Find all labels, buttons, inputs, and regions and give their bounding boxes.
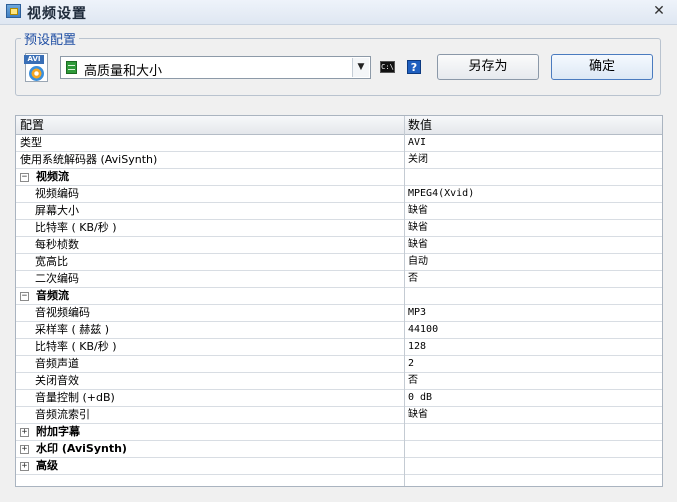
window-title: 视频设置	[27, 6, 87, 22]
property-value[interactable]: 关闭	[408, 152, 428, 168]
collapse-icon[interactable]: −	[20, 173, 29, 182]
category-row[interactable]: − 视频流	[16, 169, 662, 186]
expand-icon[interactable]: +	[20, 462, 29, 471]
app-icon	[6, 4, 21, 18]
property-value[interactable]: 0 dB	[408, 390, 432, 406]
category-label: 附加字幕	[36, 425, 80, 438]
property-row[interactable]: 视频编码 MPEG4(Xvid)	[16, 186, 662, 203]
property-row[interactable]: 宽高比 自动	[16, 254, 662, 271]
property-name: 二次编码	[35, 272, 79, 285]
ok-button[interactable]: 确定	[551, 54, 653, 80]
column-header-value[interactable]: 数值	[404, 116, 432, 134]
chevron-down-icon[interactable]: ▼	[352, 58, 369, 77]
property-value[interactable]: 自动	[408, 254, 428, 270]
property-value[interactable]: 否	[408, 373, 418, 389]
property-value[interactable]: 否	[408, 271, 418, 287]
property-grid-header: 配置 数值	[16, 116, 662, 135]
avi-file-icon: AVI	[24, 53, 50, 83]
property-row[interactable]: 音频流索引 缺省	[16, 407, 662, 424]
preset-dropdown[interactable]: 高质量和大小 ▼	[60, 56, 371, 79]
property-name: 音频声道	[35, 357, 79, 370]
property-name: 屏幕大小	[35, 204, 79, 217]
preset-dropdown-value: 高质量和大小	[84, 64, 163, 79]
property-name: 视频编码	[35, 187, 79, 200]
category-row[interactable]: + 高级	[16, 458, 662, 475]
title-bar: 视频设置 ✕	[0, 0, 677, 25]
property-value[interactable]: 缺省	[408, 203, 428, 219]
category-label: 音频流	[36, 289, 69, 302]
help-icon[interactable]: ?	[407, 60, 421, 74]
property-value[interactable]: MP3	[408, 305, 426, 321]
property-row[interactable]: 每秒桢数 缺省	[16, 237, 662, 254]
property-value[interactable]: 缺省	[408, 237, 428, 253]
property-name: 宽高比	[35, 255, 68, 268]
property-row[interactable]: 比特率 ( KB/秒 ) 缺省	[16, 220, 662, 237]
property-row[interactable]: 音频声道 2	[16, 356, 662, 373]
category-row[interactable]: + 附加字幕	[16, 424, 662, 441]
property-row[interactable]: 比特率 ( KB/秒 ) 128	[16, 339, 662, 356]
property-name: 音频流索引	[35, 408, 90, 421]
property-name: 关闭音效	[35, 374, 79, 387]
property-value[interactable]: MPEG4(Xvid)	[408, 186, 474, 202]
property-row[interactable]: 采样率 ( 赫兹 ) 44100	[16, 322, 662, 339]
property-row[interactable]: 类型 AVI	[16, 135, 662, 152]
property-row[interactable]: 关闭音效 否	[16, 373, 662, 390]
property-value[interactable]: 2	[408, 356, 414, 372]
property-value[interactable]: 44100	[408, 322, 438, 338]
column-divider[interactable]	[404, 116, 405, 486]
category-row[interactable]: − 音频流	[16, 288, 662, 305]
category-label: 视频流	[36, 170, 69, 183]
expand-icon[interactable]: +	[20, 445, 29, 454]
property-grid: 配置 数值 类型 AVI 使用系统解码器 (AviSynth) 关闭 − 视频流 视频编码 M…	[15, 115, 663, 487]
film-icon	[66, 61, 77, 74]
property-value[interactable]: 128	[408, 339, 426, 355]
column-header-setting[interactable]: 配置	[16, 116, 44, 134]
collapse-icon[interactable]: −	[20, 292, 29, 301]
property-value[interactable]: AVI	[408, 135, 426, 151]
category-label: 高级	[36, 459, 58, 472]
property-name: 音量控制 (+dB)	[35, 391, 115, 404]
property-row[interactable]: 二次编码 否	[16, 271, 662, 288]
preset-groupbox-legend: 预设配置	[21, 29, 80, 48]
property-row[interactable]: 使用系统解码器 (AviSynth) 关闭	[16, 152, 662, 169]
property-row[interactable]: 音视频编码 MP3	[16, 305, 662, 322]
command-line-icon[interactable]: C:\	[380, 61, 395, 73]
save-as-button[interactable]: 另存为	[437, 54, 539, 80]
property-name: 采样率 ( 赫兹 )	[35, 323, 110, 336]
property-name: 音视频编码	[35, 306, 90, 319]
property-value[interactable]: 缺省	[408, 220, 428, 236]
category-row[interactable]: + 水印 (AviSynth)	[16, 441, 662, 458]
close-button[interactable]: ✕	[650, 2, 668, 20]
property-value[interactable]: 缺省	[408, 407, 428, 423]
property-name: 类型	[20, 136, 42, 149]
property-row[interactable]: 音量控制 (+dB) 0 dB	[16, 390, 662, 407]
property-name: 比特率 ( KB/秒 )	[35, 221, 117, 234]
expand-icon[interactable]: +	[20, 428, 29, 437]
property-name: 每秒桢数	[35, 238, 79, 251]
category-label: 水印 (AviSynth)	[36, 442, 127, 455]
property-name: 使用系统解码器 (AviSynth)	[20, 153, 158, 166]
property-name: 比特率 ( KB/秒 )	[35, 340, 117, 353]
property-row[interactable]: 屏幕大小 缺省	[16, 203, 662, 220]
